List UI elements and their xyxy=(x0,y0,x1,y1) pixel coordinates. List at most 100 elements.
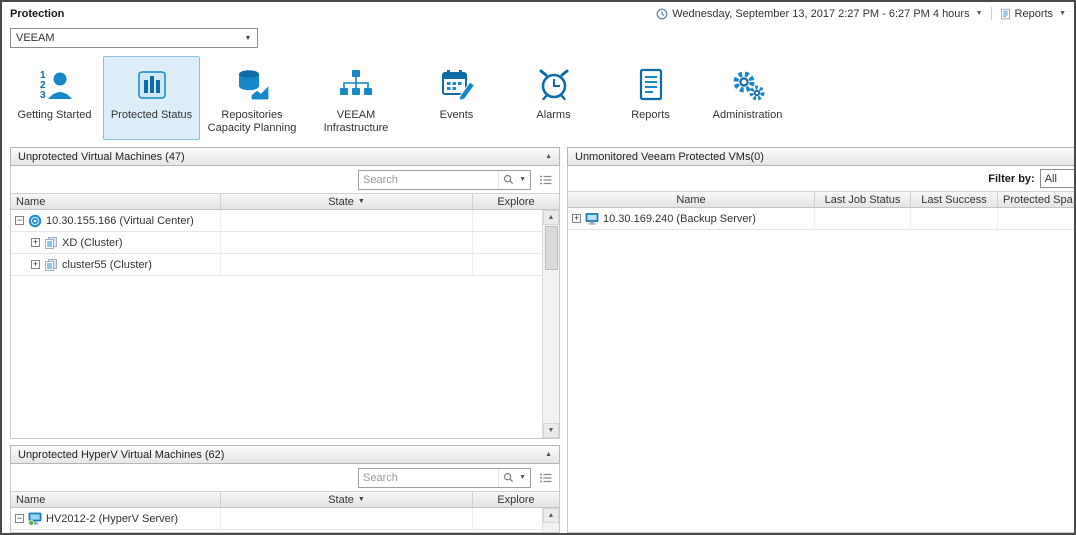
ribbon-item-label: Alarms xyxy=(536,109,570,122)
grid-toolbar xyxy=(11,464,559,491)
table-row[interactable]: XD (Cluster) xyxy=(11,232,542,254)
search-button[interactable] xyxy=(498,469,530,487)
unprotected-vms-table: Name State Explore xyxy=(11,193,559,438)
explore-cell xyxy=(473,254,542,275)
ribbon-item-events[interactable]: Events xyxy=(408,56,505,140)
table-row[interactable]: cluster55 (Cluster) xyxy=(11,254,542,276)
last-job-status-cell xyxy=(815,208,911,229)
search-icon xyxy=(503,174,514,185)
column-header-name[interactable]: Name xyxy=(568,192,815,207)
scroll-up-button[interactable] xyxy=(543,210,559,225)
main-content: Unprotected Virtual Machines (47) xyxy=(2,142,1074,533)
scroll-up-button[interactable] xyxy=(543,508,559,523)
row-name: XD (Cluster) xyxy=(62,237,123,249)
search-input[interactable] xyxy=(359,174,498,186)
cluster-icon xyxy=(44,258,58,272)
reports-menu-label: Reports xyxy=(1015,8,1054,20)
expand-toggle-icon[interactable] xyxy=(31,260,40,269)
panel-title: Unprotected HyperV Virtual Machines (62) xyxy=(18,449,224,461)
collapse-panel-icon[interactable] xyxy=(545,451,552,458)
chevron-down-icon xyxy=(976,10,983,17)
ribbon-item-veeam-infrastructure[interactable]: VEEAM Infrastructure xyxy=(304,56,408,140)
getting-started-icon: 123 xyxy=(35,63,75,107)
grid-toolbar xyxy=(11,166,559,193)
column-header-name[interactable]: Name xyxy=(11,194,221,209)
column-header-state[interactable]: State xyxy=(221,194,473,209)
filter-select-value: All xyxy=(1045,173,1057,185)
scroll-down-button[interactable] xyxy=(543,423,559,438)
ribbon-item-administration[interactable]: Administration xyxy=(699,56,796,140)
filter-row: Filter by: All xyxy=(568,166,1076,191)
column-header-last-job-status[interactable]: Last Job Status xyxy=(815,192,911,207)
ribbon-item-label: Getting Started xyxy=(18,109,92,122)
state-cell xyxy=(221,254,473,275)
column-header-name[interactable]: Name xyxy=(11,492,221,507)
ribbon-item-label: Repositories Capacity Planning xyxy=(205,109,299,135)
expand-toggle-icon[interactable] xyxy=(31,238,40,247)
search-button[interactable] xyxy=(498,171,530,189)
top-right-controls: Wednesday, September 13, 2017 2:27 PM - … xyxy=(656,7,1066,20)
table-row[interactable]: 10.30.155.166 (Virtual Center) xyxy=(11,210,542,232)
table-options-button[interactable] xyxy=(538,173,554,187)
column-header-protected-space[interactable]: Protected Spa xyxy=(998,192,1076,207)
table-body: 10.30.155.166 (Virtual Center) xyxy=(11,210,559,438)
protected-status-icon xyxy=(132,63,172,107)
unprotected-vms-panel: Unprotected Virtual Machines (47) xyxy=(10,147,560,439)
table-row[interactable]: 10.30.169.240 (Backup Server) xyxy=(568,208,1076,230)
table-header: Name Last Job Status Last Success Protec… xyxy=(568,191,1076,208)
clock-icon xyxy=(656,8,668,20)
filter-select[interactable]: All xyxy=(1040,169,1076,188)
explore-cell xyxy=(473,508,542,529)
column-header-last-success[interactable]: Last Success xyxy=(911,192,998,207)
ribbon-item-repositories-capacity-planning[interactable]: Repositories Capacity Planning xyxy=(200,56,304,140)
ribbon-item-label: Administration xyxy=(713,109,783,122)
panel-title: Unprotected Virtual Machines (47) xyxy=(18,151,185,163)
collapse-panel-icon[interactable] xyxy=(545,153,552,160)
table-header: Name State Explore xyxy=(11,193,559,210)
ribbon-item-protected-status[interactable]: Protected Status xyxy=(103,56,200,140)
time-range-selector[interactable]: Wednesday, September 13, 2017 2:27 PM - … xyxy=(656,8,982,20)
row-name: 10.30.155.166 (Virtual Center) xyxy=(46,215,194,227)
state-cell xyxy=(221,508,473,529)
column-header-explore[interactable]: Explore xyxy=(473,194,559,209)
events-icon xyxy=(437,63,477,107)
collapse-toggle-icon[interactable] xyxy=(15,514,24,523)
protection-dashboard: Protection Wednesday, September 13, 2017… xyxy=(0,0,1076,535)
table-options-icon xyxy=(539,472,553,484)
table-row[interactable]: HV2012-2 (HyperV Server) xyxy=(11,508,542,530)
alarms-icon xyxy=(534,63,574,107)
row-name: HV2012-2 (HyperV Server) xyxy=(46,513,178,525)
panel-header: Unprotected Virtual Machines (47) xyxy=(10,147,560,166)
table-options-icon xyxy=(539,174,553,186)
page-title: Protection xyxy=(10,8,64,20)
vertical-scrollbar[interactable] xyxy=(542,210,559,438)
ribbon-item-label: VEEAM Infrastructure xyxy=(309,109,403,135)
ribbon-item-alarms[interactable]: Alarms xyxy=(505,56,602,140)
panel-body: Filter by: All Name Last Job Status Last… xyxy=(567,166,1076,533)
backup-server-icon xyxy=(585,212,599,226)
vertical-scrollbar[interactable] xyxy=(542,508,559,532)
veeam-infrastructure-icon xyxy=(336,63,376,107)
row-name: cluster55 (Cluster) xyxy=(62,259,152,271)
column-header-explore[interactable]: Explore xyxy=(473,492,559,507)
state-cell xyxy=(221,232,473,253)
reports-menu-button[interactable]: Reports xyxy=(1000,8,1066,20)
ribbon-item-reports[interactable]: Reports xyxy=(602,56,699,140)
expand-toggle-icon[interactable] xyxy=(572,214,581,223)
table-body: 10.30.169.240 (Backup Server) xyxy=(568,208,1076,532)
right-column: Unmonitored Veeam Protected VMs(0) Filte… xyxy=(567,147,1076,533)
chevron-down-icon xyxy=(358,198,365,205)
collapse-toggle-icon[interactable] xyxy=(15,216,24,225)
reports-icon xyxy=(631,63,671,107)
scroll-thumb[interactable] xyxy=(545,226,558,270)
dashboard-selector[interactable]: VEEAM xyxy=(10,28,258,48)
chevron-down-icon xyxy=(239,29,257,47)
ribbon-item-label: Events xyxy=(440,109,474,122)
ribbon-item-getting-started[interactable]: 123 Getting Started xyxy=(6,56,103,140)
last-success-cell xyxy=(911,208,998,229)
search-input[interactable] xyxy=(359,472,498,484)
panel-header: Unprotected HyperV Virtual Machines (62) xyxy=(10,445,560,464)
table-options-button[interactable] xyxy=(538,471,554,485)
svg-text:3: 3 xyxy=(40,90,46,101)
column-header-state[interactable]: State xyxy=(221,492,473,507)
